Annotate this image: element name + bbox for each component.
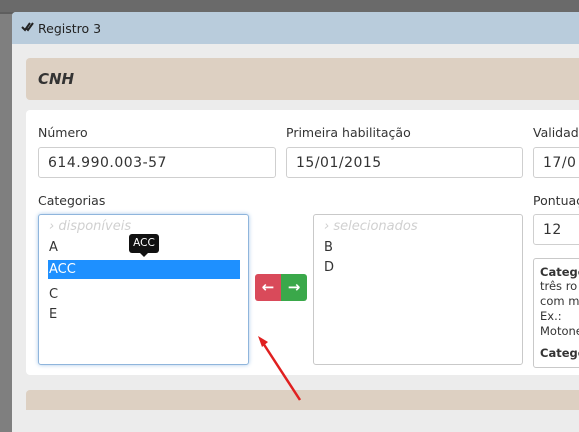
modal-header: Registro 3 xyxy=(12,12,579,44)
list-item-e[interactable]: E xyxy=(49,307,57,322)
move-right-button[interactable]: → xyxy=(281,274,307,301)
list-item-b[interactable]: B xyxy=(324,240,333,255)
list-item-c[interactable]: C xyxy=(49,287,58,302)
available-placeholder: › disponíveis xyxy=(49,219,132,234)
primeira-habilitacao-field[interactable]: 15/01/2015 xyxy=(286,147,523,178)
info-line: Motone xyxy=(540,324,579,338)
double-check-icon xyxy=(21,22,34,32)
info-line: Ex.: xyxy=(540,309,562,323)
category-info-box: Catego três ro com m Ex.: Motone Catego xyxy=(533,258,579,368)
next-section-header[interactable] xyxy=(26,390,579,410)
modal-title: Registro 3 xyxy=(38,21,102,36)
numero-field[interactable]: 614.990.003-57 xyxy=(38,147,276,178)
info-line: Catego xyxy=(540,346,579,360)
info-line: três ro xyxy=(540,279,578,293)
arrow-left-icon: ← xyxy=(261,278,275,296)
info-line: Catego xyxy=(540,265,579,279)
validade-field[interactable]: 17/0 xyxy=(533,147,579,178)
list-item-acc-selected[interactable]: ACC xyxy=(48,260,240,279)
numero-label: Número xyxy=(38,125,88,140)
arrow-right-icon: → xyxy=(287,278,301,296)
info-line: com m xyxy=(540,294,579,308)
section-header-cnh[interactable]: CNH xyxy=(26,58,579,100)
item-tooltip: ACC xyxy=(129,234,159,257)
section-title: CNH xyxy=(38,70,75,88)
selected-placeholder: › selecionados xyxy=(324,219,418,234)
list-item-a[interactable]: A xyxy=(49,240,58,255)
primeira-habilitacao-label: Primeira habilitação xyxy=(286,125,411,140)
categorias-label: Categorias xyxy=(38,193,106,208)
pontuacao-field[interactable]: 12 xyxy=(533,214,579,245)
selected-categories-list[interactable]: › selecionados B D xyxy=(313,214,523,365)
pontuacao-label: Pontuaç xyxy=(533,193,579,208)
list-item-d[interactable]: D xyxy=(324,260,334,275)
validade-label: Validad xyxy=(533,125,579,140)
move-left-button[interactable]: ← xyxy=(255,274,281,301)
